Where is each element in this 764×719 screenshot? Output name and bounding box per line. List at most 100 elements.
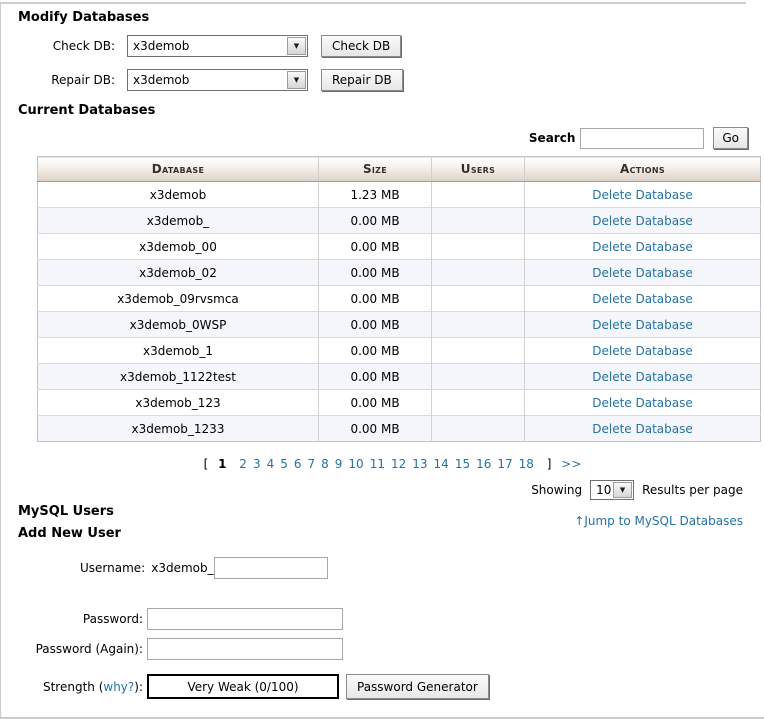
db-actions-cell: Delete Database <box>524 415 761 442</box>
table-row: x3demob_123 0.00 MB Delete Database <box>37 389 761 416</box>
search-input[interactable] <box>580 127 705 149</box>
delete-database-link[interactable]: Delete Database <box>592 188 693 202</box>
delete-database-link[interactable]: Delete Database <box>592 214 693 228</box>
go-button[interactable]: Go <box>713 127 748 149</box>
page-link[interactable]: 16 <box>476 457 491 471</box>
delete-database-link[interactable]: Delete Database <box>592 370 693 384</box>
db-size-cell: 0.00 MB <box>318 233 432 260</box>
username-row: Username: x3demob_ <box>80 557 764 579</box>
db-size-cell: 0.00 MB <box>318 337 432 364</box>
page-link[interactable]: 3 <box>253 457 261 471</box>
db-users-cell <box>431 363 525 390</box>
page-link[interactable]: 15 <box>455 457 470 471</box>
password-row: Password: <box>18 608 764 630</box>
password-input[interactable] <box>147 608 343 630</box>
table-header-row: Database Size Users Actions <box>37 156 761 182</box>
page-link[interactable]: 6 <box>294 457 302 471</box>
results-per-page-row: Showing 10 ▼ Results per page <box>18 480 743 500</box>
jump-link-label: Jump to MySQL Databases <box>584 514 743 528</box>
delete-database-link[interactable]: Delete Database <box>592 318 693 332</box>
page-link[interactable]: 18 <box>519 457 534 471</box>
showing-label: Showing <box>531 483 583 497</box>
chevron-down-icon[interactable]: ▼ <box>287 71 306 89</box>
db-name-cell: x3demob_123 <box>37 389 319 416</box>
strength-value: Very Weak (0/100) <box>187 679 299 694</box>
db-users-cell <box>431 337 525 364</box>
page-link[interactable]: 11 <box>370 457 385 471</box>
delete-database-link[interactable]: Delete Database <box>592 266 693 280</box>
page-link[interactable]: 9 <box>335 457 343 471</box>
db-actions-cell: Delete Database <box>524 285 761 312</box>
db-users-cell <box>431 207 525 234</box>
strength-label: Strength (why?): <box>18 680 143 694</box>
db-size-cell: 0.00 MB <box>318 311 432 338</box>
db-actions-cell: Delete Database <box>524 311 761 338</box>
column-header-users: Users <box>431 156 525 182</box>
db-actions-cell: Delete Database <box>524 233 761 260</box>
chevron-down-icon[interactable]: ▼ <box>613 482 633 498</box>
page-link[interactable]: 10 <box>348 457 363 471</box>
username-prefix: x3demob_ <box>151 561 214 575</box>
table-row: x3demob_ 0.00 MB Delete Database <box>37 207 761 234</box>
page-link[interactable]: 5 <box>280 457 288 471</box>
page-links: 2 3 4 5 6 7 8 9 10 11 12 13 14 15 16 17 18 <box>236 457 537 471</box>
page-link[interactable]: 14 <box>434 457 449 471</box>
page-link[interactable]: 17 <box>497 457 512 471</box>
db-actions-cell: Delete Database <box>524 259 761 286</box>
password-again-input[interactable] <box>147 638 343 660</box>
delete-database-link[interactable]: Delete Database <box>592 292 693 306</box>
delete-database-link[interactable]: Delete Database <box>592 422 693 436</box>
repair-db-button[interactable]: Repair DB <box>321 69 403 91</box>
page-link[interactable]: 4 <box>267 457 275 471</box>
column-header-actions: Actions <box>524 156 761 182</box>
per-page-select[interactable]: 10 ▼ <box>590 480 635 500</box>
db-users-cell <box>431 415 525 442</box>
current-databases-heading: Current Databases <box>18 103 156 118</box>
repair-db-selected-value: x3demob <box>133 73 190 87</box>
page-link[interactable]: 7 <box>308 457 316 471</box>
db-actions-cell: Delete Database <box>524 181 761 208</box>
delete-database-link[interactable]: Delete Database <box>592 396 693 410</box>
next-pages-link[interactable]: >> <box>561 457 581 471</box>
db-name-cell: x3demob_1122test <box>37 363 319 390</box>
mysql-users-header-row: MySQL Users Add New User ↑Jump to MySQL … <box>18 504 743 548</box>
table-row: x3demob_1122test 0.00 MB Delete Database <box>37 363 761 390</box>
delete-database-link[interactable]: Delete Database <box>592 344 693 358</box>
table-row: x3demob_09rvsmca 0.00 MB Delete Database <box>37 285 761 312</box>
db-name-cell: x3demob_ <box>37 207 319 234</box>
db-size-cell: 0.00 MB <box>318 259 432 286</box>
repair-db-row: Repair DB: x3demob ▼ Repair DB <box>18 69 764 91</box>
db-users-cell <box>431 181 525 208</box>
pagination-close-bracket: ] <box>546 457 552 471</box>
password-again-row: Password (Again): <box>18 638 764 660</box>
username-input[interactable] <box>213 557 328 579</box>
db-name-cell: x3demob_00 <box>37 233 319 260</box>
db-users-cell <box>431 259 525 286</box>
check-db-label: Check DB: <box>52 39 115 53</box>
repair-db-select[interactable]: x3demob ▼ <box>127 69 308 91</box>
db-size-cell: 0.00 MB <box>318 415 432 442</box>
check-db-button[interactable]: Check DB <box>321 35 402 57</box>
password-generator-button[interactable]: Password Generator <box>346 674 489 699</box>
page-link[interactable]: 13 <box>412 457 427 471</box>
repair-db-label: Repair DB: <box>51 73 115 87</box>
db-size-cell: 0.00 MB <box>318 285 432 312</box>
table-row: x3demob_1233 0.00 MB Delete Database <box>37 415 761 442</box>
delete-database-link[interactable]: Delete Database <box>592 240 693 254</box>
column-header-size: Size <box>318 156 432 182</box>
db-size-cell: 0.00 MB <box>318 363 432 390</box>
check-db-select[interactable]: x3demob ▼ <box>127 35 308 57</box>
jump-to-mysql-databases-link[interactable]: ↑Jump to MySQL Databases <box>574 514 743 528</box>
chevron-down-icon[interactable]: ▼ <box>287 37 306 55</box>
password-label: Password: <box>82 612 143 626</box>
page-link[interactable]: 12 <box>391 457 406 471</box>
db-name-cell: x3demob_09rvsmca <box>37 285 319 312</box>
check-db-row: Check DB: x3demob ▼ Check DB <box>18 35 764 57</box>
why-link[interactable]: why? <box>103 680 134 694</box>
mysql-databases-page: Modify Databases Check DB: x3demob ▼ Che… <box>0 0 764 719</box>
databases-table: Database Size Users Actions x3demob 1.23 … <box>37 156 761 442</box>
add-new-user-heading: Add New User <box>18 526 121 541</box>
page-link[interactable]: 2 <box>239 457 247 471</box>
page-link[interactable]: 8 <box>321 457 329 471</box>
db-name-cell: x3demob_0WSP <box>37 311 319 338</box>
